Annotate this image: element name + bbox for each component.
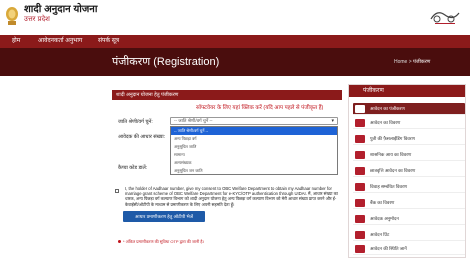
category-option[interactable]: -- जाति श्रेणी/वर्ग चुनें -- <box>171 127 337 135</box>
print-icon <box>355 231 365 239</box>
form-header: शादी अनुदान योजना हेतु पंजीकरण <box>112 90 342 100</box>
sidebar-item-registration[interactable]: आवेदन का पंजीकरण <box>353 103 465 115</box>
rings-icon <box>355 183 365 191</box>
nav-home[interactable]: होम <box>12 35 20 48</box>
send-otp-button[interactable]: आधार प्रमाणीकरण हेतु ओटीपी भेजें <box>123 211 205 222</box>
sidebar-item-status[interactable]: आवेदन की स्थिति जानें <box>353 243 465 255</box>
site-title: शादी अनुदान योजना <box>24 4 98 15</box>
site-header: शादी अनुदान योजना उत्तर प्रदेश <box>0 0 470 35</box>
nav-applicant-section[interactable]: आवेदनकर्ता अनुभाग <box>38 35 82 48</box>
site-subtitle: उत्तर प्रदेश <box>24 16 50 23</box>
sidebar-item-bank-details[interactable]: बैंक का विवरण <box>353 197 465 209</box>
category-select-value: -- जाति श्रेणी/वर्ग चुनें -- <box>174 118 213 123</box>
aadhar-label: आवेदक की आधार संख्या: <box>118 134 166 140</box>
registration-sidebar: पंजीकरण आवेदन का पंजीकरण आवेदन का विवरण … <box>348 84 466 258</box>
main-navbar: होम आवेदनकर्ता अनुभाग संपर्क सूत्र <box>0 35 470 48</box>
user-icon <box>355 105 365 113</box>
scholarship-icon <box>355 167 365 175</box>
sidebar-item-approval[interactable]: आवेदक अनुमोदन <box>353 213 465 225</box>
status-icon <box>355 245 365 253</box>
sidebar-item-label: विवाह सम्बंधित विवरण <box>370 184 408 189</box>
category-dropdown[interactable]: -- जाति श्रेणी/वर्ग चुनें -- अन्य पिछड़ा… <box>170 126 338 175</box>
campaign-logo-icon <box>430 12 460 24</box>
sidebar-item-label: आवेदक अनुमोदन <box>370 216 399 221</box>
otp-footnote: * अंकित प्रमाणीकरण की सुविधा OTP द्वारा … <box>118 239 204 245</box>
consent-text: I, the holder of Aadhaar number, give my… <box>125 186 338 207</box>
sidebar-item-label: आवेदन का विवरण <box>370 120 401 125</box>
category-option[interactable]: अल्पसंख्यक <box>171 159 337 167</box>
sidebar-item-income-details[interactable]: शासनिक आय का विवरण <box>353 149 465 161</box>
breadcrumb-home[interactable]: Home <box>394 59 407 65</box>
sidebar-item-marriage-details[interactable]: विवाह सम्बंधित विवरण <box>353 181 465 193</box>
state-emblem-icon <box>6 7 18 25</box>
category-option[interactable]: अन्य पिछड़ा वर्ग <box>171 135 337 143</box>
breadcrumb-current: पंजीकरण <box>413 59 431 65</box>
sidebar-item-label: छात्रवृत्ति आवेदन का विवरण <box>370 168 416 173</box>
sidebar-item-label: आवेदन प्रिंट <box>370 232 390 237</box>
bullet-icon <box>118 240 121 244</box>
category-option[interactable]: अनुसूचित जाति <box>171 143 337 151</box>
category-option[interactable]: अनुसूचित जन जाति <box>171 167 337 175</box>
sidebar-item-print[interactable]: आवेदन प्रिंट <box>353 229 465 241</box>
nav-contact[interactable]: संपर्क सूत्र <box>98 35 119 48</box>
category-select[interactable]: -- जाति श्रेणी/वर्ग चुनें -- ▾ <box>170 117 338 125</box>
sidebar-item-application-details[interactable]: आवेदन का विवरण <box>353 117 465 129</box>
sidebar-item-daughter-details[interactable]: पुत्री की फ़ैसलाईडिंग विवरण <box>353 133 465 145</box>
breadcrumb-separator: > <box>408 59 412 65</box>
document-icon <box>355 119 365 127</box>
category-label: जाति श्रेणी/वर्ग चुनें: <box>118 119 153 125</box>
chevron-down-icon: ▾ <box>331 118 334 124</box>
sidebar-item-scholarship-details[interactable]: छात्रवृत्ति आवेदन का विवरण <box>353 165 465 177</box>
sidebar-item-label: आवेदन की स्थिति जानें <box>370 246 407 251</box>
page-title: पंजीकरण (Registration) <box>112 56 220 68</box>
captcha-label: कैप्चा कोड डालें: <box>118 165 148 171</box>
category-option[interactable]: सामान्य <box>171 151 337 159</box>
login-link-notice[interactable]: सॉफ्टवेयर के लिए यहां क्लिक करें (यदि आप… <box>196 103 323 111</box>
person-icon <box>355 135 365 143</box>
check-icon <box>355 215 365 223</box>
sidebar-item-label: शासनिक आय का विवरण <box>370 152 412 157</box>
footnote-text: * अंकित प्रमाणीकरण की सुविधा OTP द्वारा … <box>123 239 204 244</box>
consent-checkbox[interactable] <box>115 189 119 193</box>
bank-icon <box>355 199 365 207</box>
rupee-icon <box>355 151 365 159</box>
breadcrumb: Home > पंजीकरण <box>394 59 430 65</box>
page-banner: पंजीकरण (Registration) Home > पंजीकरण <box>0 48 470 76</box>
sidebar-item-label: बैंक का विवरण <box>370 200 395 205</box>
sidebar-item-label: पुत्री की फ़ैसलाईडिंग विवरण <box>370 136 415 141</box>
sidebar-item-label: आवेदन का पंजीकरण <box>370 106 405 111</box>
sidebar-title: पंजीकरण <box>349 85 465 97</box>
